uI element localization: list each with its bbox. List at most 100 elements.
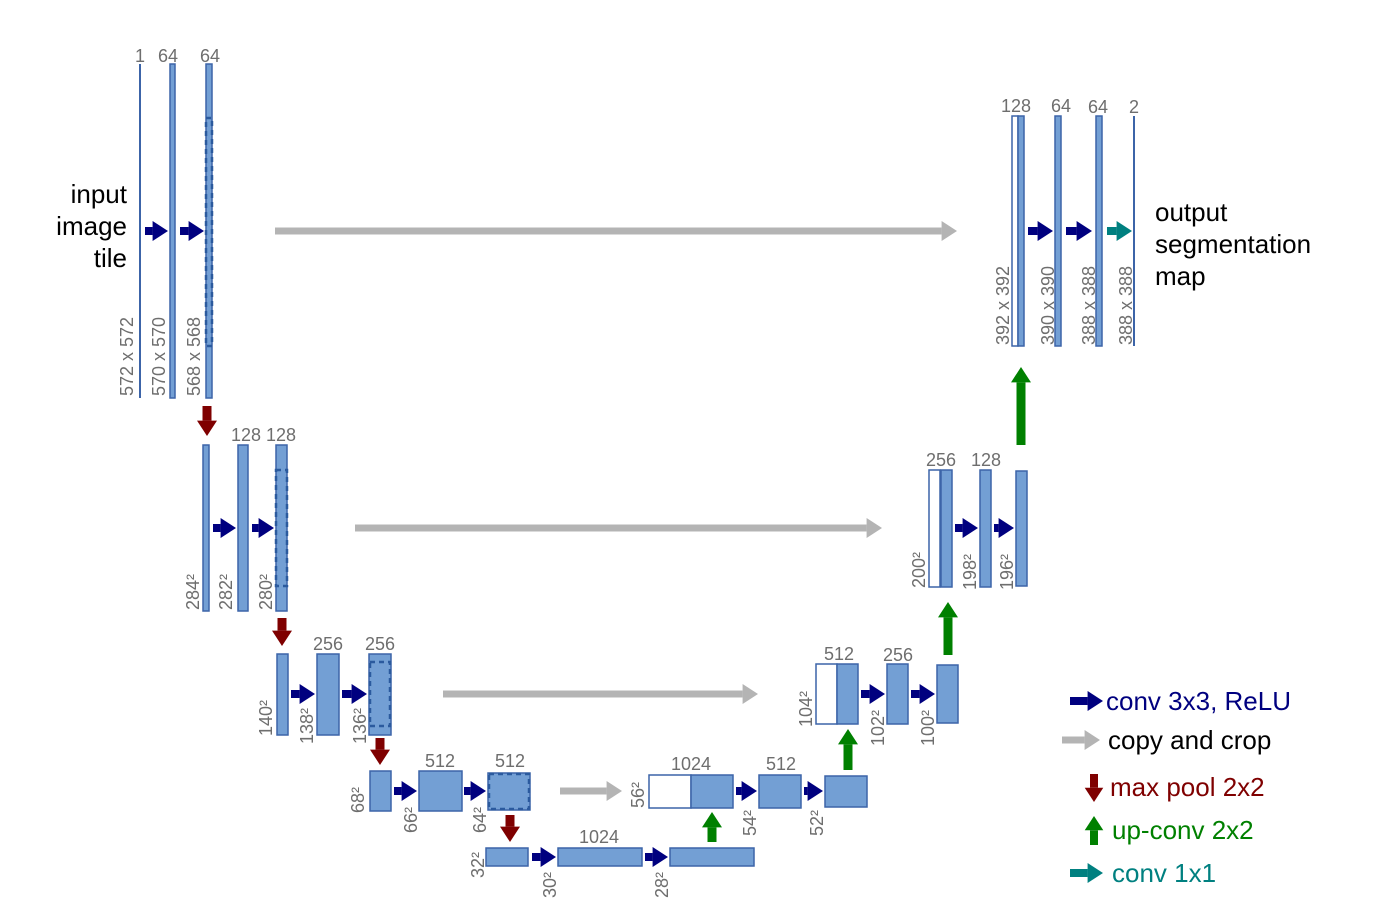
conv-arrow-head <box>540 847 556 867</box>
legend-conv1x1-icon-shaft <box>1070 869 1088 877</box>
conv-arrow-head <box>998 518 1014 538</box>
max-pool-arrow-shaft <box>375 738 385 750</box>
up-conv-arrow-shaft <box>843 744 853 770</box>
conv-arrow-head <box>299 684 315 704</box>
legend-copy-icon-shaft <box>1062 736 1085 744</box>
conv-arrow-shaft <box>861 690 870 698</box>
output-label: segmentation <box>1155 229 1311 259</box>
up-conv-arrow-head <box>938 602 958 618</box>
copy-crop-arrow-shaft <box>560 787 607 795</box>
feature-map-block <box>316 653 340 736</box>
feature-map-block <box>940 469 953 588</box>
channel-label: 256 <box>926 450 956 470</box>
feature-map-block <box>979 469 992 588</box>
size-label: 140² <box>256 700 276 736</box>
up-conv-arrow-shaft <box>707 827 717 842</box>
conv-arrow-shaft <box>911 690 920 698</box>
copy-crop-arrow-shaft <box>443 690 743 698</box>
size-label: 392 x 392 <box>993 266 1013 345</box>
size-label: 68² <box>348 787 368 813</box>
feature-map-block <box>815 663 838 725</box>
channel-label: 128 <box>231 425 261 445</box>
conv-arrow-shaft <box>994 524 999 532</box>
legend-pool-icon-head <box>1084 787 1104 802</box>
conv-arrow-shaft <box>1066 227 1077 235</box>
size-label: 136² <box>350 708 370 744</box>
copy-crop-arrow-head <box>941 221 957 241</box>
size-label: 282² <box>216 574 236 610</box>
conv-arrow-shaft <box>804 787 808 795</box>
size-label: 100² <box>918 710 938 746</box>
channel-label: 256 <box>883 645 913 665</box>
channel-label: 256 <box>313 634 343 654</box>
channel-label: 512 <box>824 644 854 664</box>
legend-conv-icon-head <box>1087 691 1103 711</box>
size-label: 52² <box>807 810 827 836</box>
conv-arrow-head <box>919 684 935 704</box>
size-label: 66² <box>401 807 421 833</box>
size-label: 30² <box>540 872 560 898</box>
channel-label: 64 <box>200 46 220 66</box>
size-label: 102² <box>868 710 888 746</box>
conv-arrow-shaft <box>532 853 541 861</box>
size-label: 196² <box>997 554 1017 590</box>
feature-map-block <box>836 663 859 725</box>
conv-arrow-head <box>188 221 204 241</box>
copy-crop-arrow-shaft <box>355 524 867 532</box>
conv-arrow-head <box>220 518 236 538</box>
channel-label: 512 <box>766 754 796 774</box>
feature-map-block <box>485 847 529 867</box>
channel-label: 128 <box>971 450 1001 470</box>
legend-upconv-icon-head <box>1084 816 1104 831</box>
size-label: 198² <box>960 554 980 590</box>
legend-conv1x1-icon-head <box>1087 863 1103 883</box>
size-label: 138² <box>297 708 317 744</box>
conv-arrow-head <box>152 221 168 241</box>
size-label: 280² <box>256 574 276 610</box>
feature-map-block <box>237 444 249 612</box>
size-label: 388 x 388 <box>1116 266 1136 345</box>
feature-map-block <box>368 653 392 736</box>
conv-arrow-head <box>401 781 417 801</box>
up-conv-arrow-head <box>1011 367 1031 383</box>
channel-label: 1024 <box>671 754 711 774</box>
feature-map-block <box>557 847 643 867</box>
up-conv-arrow-shaft <box>1016 382 1026 445</box>
conv-arrow-shaft <box>645 853 653 861</box>
feature-map-block <box>202 444 210 612</box>
feature-map-block <box>690 774 734 809</box>
channel-label: 64 <box>158 46 178 66</box>
channel-label: 64 <box>1051 96 1071 116</box>
channel-label: 256 <box>365 634 395 654</box>
feature-map-block <box>418 770 463 812</box>
channel-label: 1024 <box>579 827 619 847</box>
size-label: 570 x 570 <box>149 317 169 396</box>
conv-arrow-shaft <box>464 787 471 795</box>
conv-arrow-shaft <box>394 787 402 795</box>
conv-arrow-shaft <box>213 524 221 532</box>
size-label: 28² <box>652 872 672 898</box>
size-label: 54² <box>740 810 760 836</box>
feature-map-block <box>669 847 755 867</box>
output-label: map <box>1155 261 1206 291</box>
size-label: 56² <box>628 782 648 808</box>
max-pool-arrow-head <box>370 749 390 765</box>
conv-arrow-head <box>1076 221 1092 241</box>
channel-label: 1 <box>135 46 145 66</box>
legend-label-pool: max pool 2x2 <box>1110 772 1265 802</box>
up-conv-arrow-shaft <box>943 617 953 655</box>
input-label: tile <box>94 243 127 273</box>
conv-arrow-head <box>351 684 367 704</box>
feature-map-block <box>487 772 531 811</box>
channel-label: 512 <box>425 751 455 771</box>
conv-arrow-shaft <box>145 227 153 235</box>
input-label: input <box>71 179 128 209</box>
conv1x1-arrow-shaft <box>1107 227 1117 235</box>
copy-crop-arrow-shaft <box>275 227 942 235</box>
legend-label-copy: copy and crop <box>1108 725 1271 755</box>
conv-arrow-head <box>1037 221 1053 241</box>
conv-arrow-head <box>807 781 823 801</box>
legend-conv-icon-shaft <box>1070 697 1088 705</box>
feature-map-block <box>648 774 692 809</box>
conv-arrow-head <box>258 518 274 538</box>
